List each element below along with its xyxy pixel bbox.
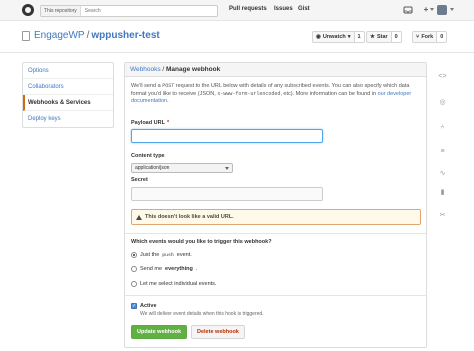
radio-everything[interactable] (131, 266, 137, 272)
search-scope-label[interactable]: This repository (41, 6, 81, 16)
intro-code-post: POST (162, 83, 175, 89)
just-push-text-1: Just the (140, 252, 160, 258)
everything-bold: everything (165, 266, 193, 272)
nav-pull-requests[interactable]: Pull requests (229, 6, 267, 12)
fork-label: Fork (421, 34, 434, 40)
warning-text: This doesn't look like a valid URL. (145, 214, 234, 220)
repo-icon (22, 31, 30, 41)
content-type-select[interactable]: application/json (131, 163, 233, 173)
active-checkbox[interactable]: ✓ (131, 303, 137, 309)
radio-individual[interactable] (131, 281, 137, 287)
secret-input[interactable] (131, 187, 323, 201)
delete-webhook-button[interactable]: Delete webhook (191, 325, 245, 339)
invalid-url-warning: This doesn't look like a valid URL. (131, 209, 421, 225)
individual-text: Let me select individual events. (140, 281, 217, 287)
section-divider (125, 233, 426, 234)
repo-owner-link[interactable]: EngageWP (34, 30, 85, 41)
star-count[interactable]: 0 (391, 31, 402, 43)
payload-url-input[interactable] (131, 129, 323, 143)
nav-gist[interactable]: Gist (298, 6, 310, 12)
settings-menu: Options Collaborators Webhooks & Service… (22, 62, 114, 128)
sidebar-item-deploy-keys[interactable]: Deploy keys (23, 111, 113, 127)
issues-icon[interactable]: ◎ (438, 98, 447, 107)
avatar[interactable] (437, 5, 447, 15)
watch-count[interactable]: 1 (354, 31, 365, 43)
pull-request-icon[interactable]: ⑃ (438, 123, 447, 132)
fork-control: ⑂ Fork 0 (412, 31, 448, 43)
code-icon[interactable]: <> (438, 72, 447, 81)
wiki-icon[interactable]: ≡ (438, 147, 447, 156)
intro-text-3: , etc). More information can be found in (280, 90, 378, 97)
event-option-individual[interactable]: Let me select individual events. (131, 281, 216, 287)
sidebar-item-collaborators[interactable]: Collaborators (23, 79, 113, 95)
webhook-intro-text: We'll send a POST request to the URL bel… (131, 83, 421, 106)
search-input[interactable] (80, 8, 201, 14)
everything-text-1: Send me (140, 266, 163, 272)
chevron-down-icon[interactable] (450, 8, 454, 11)
octocat-icon[interactable] (22, 4, 34, 16)
update-webhook-button[interactable]: Update webhook (131, 325, 188, 339)
just-push-text-2: event. (176, 252, 192, 258)
settings-icon[interactable]: ✂ (438, 211, 447, 220)
content-type-value: application/json (135, 165, 170, 171)
unwatch-button[interactable]: ◉ Unwatch ▾ (312, 31, 355, 43)
repo-name-link[interactable]: wppusher-test (91, 30, 159, 41)
event-option-just-push[interactable]: Just the push event. (131, 252, 192, 258)
star-control: ★ Star 0 (366, 31, 402, 43)
pulse-icon[interactable]: ∿ (438, 169, 447, 178)
breadcrumb-current: Manage webhook (166, 66, 221, 73)
sidebar-item-options[interactable]: Options (23, 63, 113, 79)
fork-count[interactable]: 0 (437, 31, 448, 43)
payload-url-label: Payload URL * (131, 120, 169, 126)
nav-issues[interactable]: Issues (274, 6, 293, 12)
unwatch-label: Unwatch (322, 34, 346, 40)
intro-code-form: x-www-form-urlencoded (217, 90, 281, 97)
intro-text-1: We'll send a (131, 83, 163, 89)
active-label: Active (140, 303, 157, 309)
chevron-down-icon (225, 167, 229, 170)
required-marker: * (166, 120, 170, 126)
chevron-down-icon[interactable] (430, 8, 434, 11)
fork-button[interactable]: ⑂ Fork (412, 31, 438, 43)
repo-header: EngageWP / wppusher-test ◉ Unwatch ▾ 1 ★ Star… (0, 21, 474, 53)
secret-label: Secret (131, 177, 148, 183)
alert-icon (136, 214, 142, 220)
graphs-icon[interactable]: ▮ (438, 188, 447, 197)
intro-text-4: . (167, 98, 169, 104)
notifications-icon[interactable] (403, 5, 413, 15)
panel-breadcrumb: Webhooks / Manage webhook (125, 63, 426, 77)
star-label: Star (376, 34, 388, 40)
star-button[interactable]: ★ Star (366, 31, 392, 43)
fork-icon: ⑂ (416, 34, 420, 40)
content-type-label: Content type (131, 153, 165, 159)
radio-just-push[interactable] (131, 252, 137, 258)
eye-icon: ◉ (316, 34, 321, 40)
just-push-code: push (162, 252, 174, 258)
sidebar-item-webhooks-services[interactable]: Webhooks & Services (23, 95, 113, 111)
event-option-everything[interactable]: Send me everything. (131, 266, 197, 272)
search-box[interactable]: This repository (40, 5, 218, 17)
payload-url-label-text: Payload URL (131, 120, 165, 126)
repo-title: EngageWP / wppusher-test (34, 30, 160, 41)
webhook-panel: Webhooks / Manage webhook We'll send a P… (124, 62, 427, 348)
site-header: This repository Pull requests Issues Gis… (0, 0, 474, 21)
everything-text-2: . (195, 266, 198, 272)
star-icon: ★ (370, 34, 375, 40)
events-question: Which events would you like to trigger t… (131, 239, 272, 245)
active-note: We will deliver event details when this … (140, 311, 264, 317)
breadcrumb-webhooks-link[interactable]: Webhooks (130, 66, 161, 73)
chevron-down-icon: ▾ (347, 34, 351, 40)
section-divider (125, 295, 426, 296)
repo-title-separator: / (86, 30, 90, 41)
watch-control: ◉ Unwatch ▾ 1 (312, 31, 365, 43)
